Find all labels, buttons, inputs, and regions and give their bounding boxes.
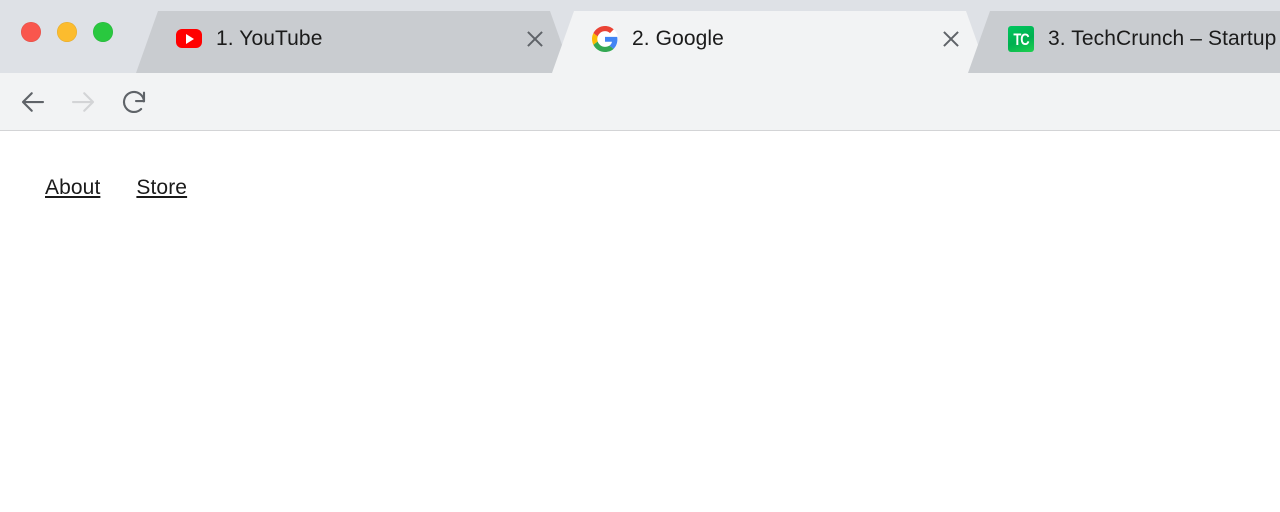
tab-close-button[interactable] — [938, 26, 964, 52]
link-about[interactable]: About — [45, 176, 100, 200]
reload-button[interactable] — [119, 87, 149, 117]
tab-youtube[interactable]: 1. YouTube — [136, 11, 572, 73]
tab-title: 1. YouTube — [216, 27, 323, 50]
window-maximize-button[interactable] — [93, 22, 113, 42]
tab-techcrunch[interactable]: TC 3. TechCrunch – Startup — [968, 11, 1280, 73]
back-button[interactable] — [18, 87, 48, 117]
google-header-links: About Store — [45, 176, 187, 200]
tab-title: 3. TechCrunch – Startup — [1048, 27, 1277, 50]
tab-close-button[interactable] — [522, 26, 548, 52]
tab-strip: 1. YouTube 2. Google TC 3. TechCrunch – … — [0, 0, 1280, 73]
window-minimize-button[interactable] — [57, 22, 77, 42]
tab-title: 2. Google — [632, 27, 724, 50]
forward-button — [68, 87, 98, 117]
tab-google[interactable]: 2. Google — [552, 11, 988, 73]
window-controls — [21, 22, 113, 42]
window-close-button[interactable] — [21, 22, 41, 42]
page-content: About Store — [0, 131, 1280, 512]
youtube-favicon — [176, 26, 202, 52]
techcrunch-favicon: TC — [1008, 26, 1034, 52]
link-store[interactable]: Store — [136, 176, 187, 200]
browser-toolbar: Secure https://www.google.com — [0, 73, 1280, 198]
browser-window: 1. YouTube 2. Google TC 3. TechCrunch – … — [0, 0, 1280, 512]
google-favicon — [592, 26, 618, 52]
